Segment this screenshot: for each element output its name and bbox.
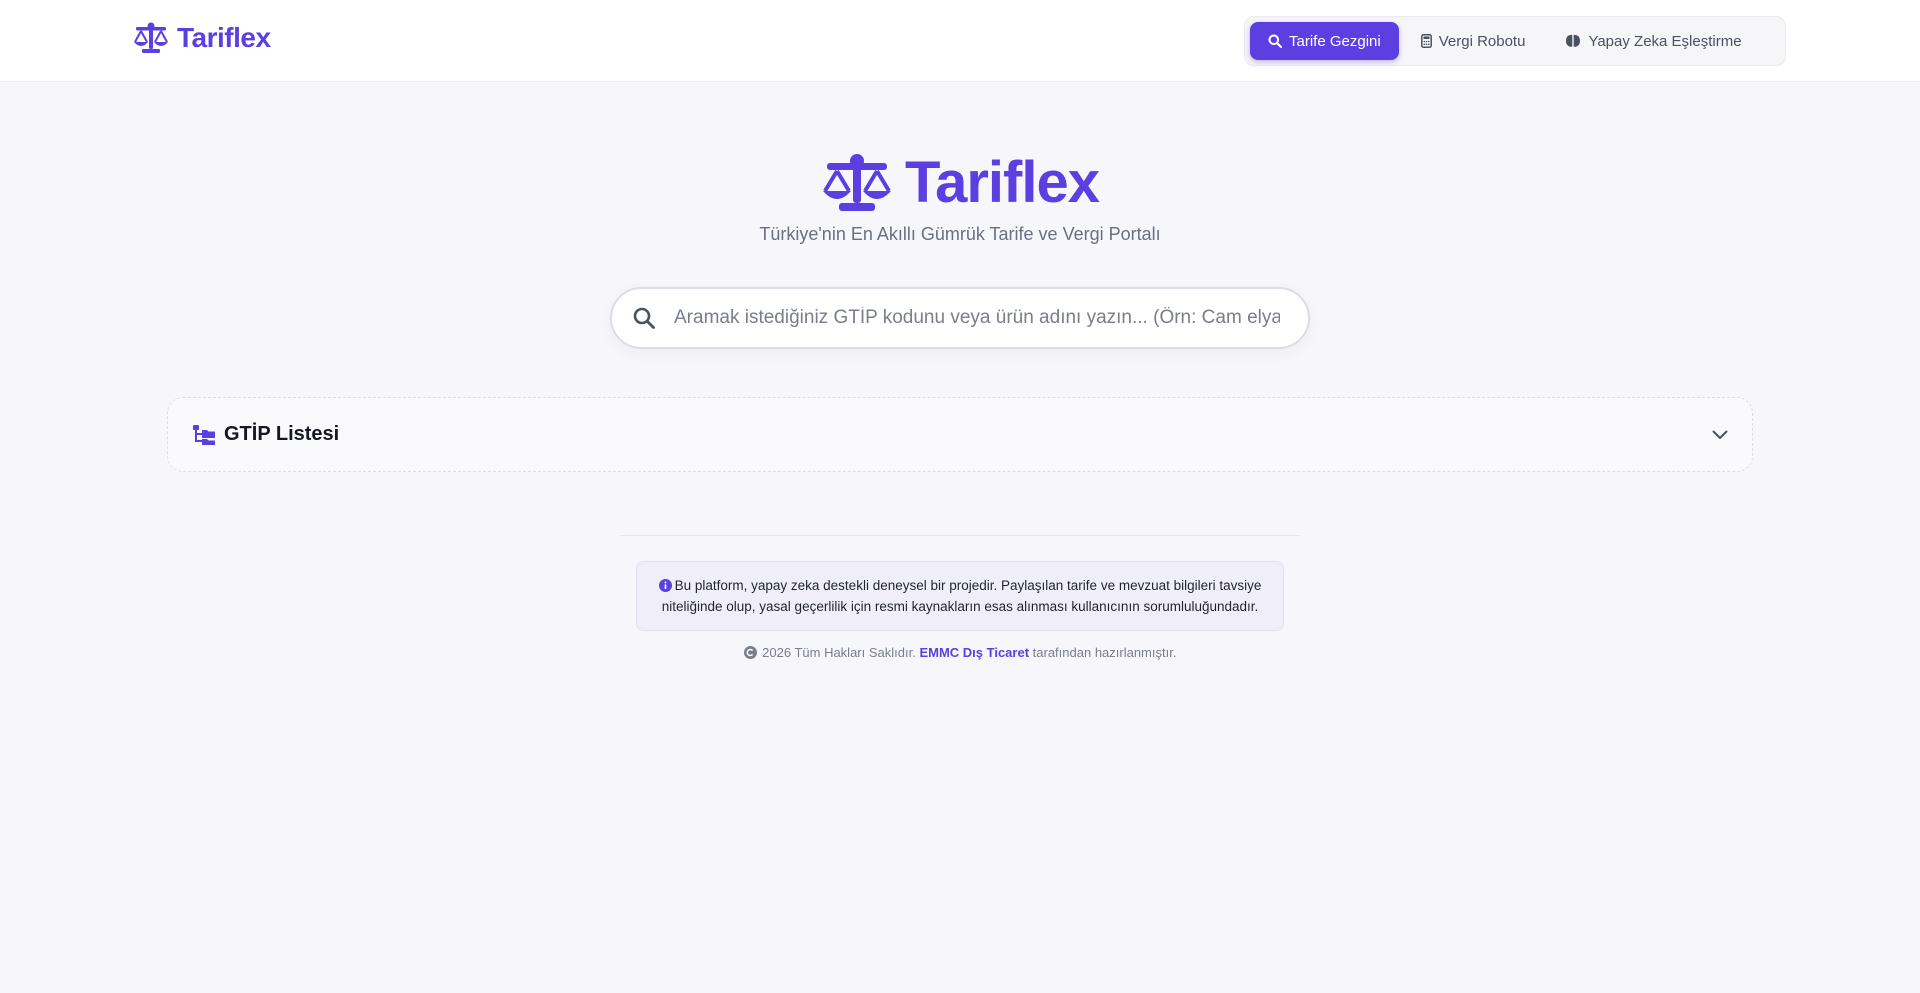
folder-tree-icon [193,424,215,445]
info-icon [658,579,672,592]
brain-icon [1566,34,1581,47]
hero-section: Tariflex Türkiye'nin En Akıllı Gümrük Ta… [0,148,1920,245]
footer-suffix: tarafından hazırlanmıştır. [1032,645,1177,660]
brand-logo-link[interactable]: Tariflex [133,22,271,54]
hero-subtitle: Türkiye'nin En Akıllı Gümrük Tarife ve V… [759,224,1161,244]
nav-label: Yapay Zeka Eşleştirme [1588,32,1742,50]
hero-title: Tariflex [904,150,1100,215]
copyright-icon [743,646,757,659]
chevron-down-icon [1712,430,1728,439]
nav-label: Tarife Gezgini [1289,32,1381,50]
footer-company-link[interactable]: EMMC Dış Ticaret [919,645,1029,660]
hero-brand: Tariflex [821,148,1100,218]
gtip-list-accordion[interactable]: GTİP Listesi [167,397,1753,472]
search-input[interactable] [672,306,1282,330]
calculator-icon [1420,34,1432,48]
nav-yapay-zeka-eslestirme[interactable]: Yapay Zeka Eşleştirme [1547,22,1759,60]
search-bar [610,287,1310,349]
disclaimer-notice: Bu platform, yapay zeka destekli deneyse… [636,561,1284,631]
search-icon [633,307,655,329]
disclaimer-text: Bu platform, yapay zeka destekli deneyse… [661,578,1262,614]
divider [620,535,1300,536]
footer-copyright: 2026 Tüm Hakları Saklıdır. [762,645,916,660]
nav-vergi-robotu[interactable]: Vergi Robotu [1403,22,1544,60]
scale-icon [134,22,168,53]
nav-label: Vergi Robotu [1438,32,1526,50]
nav-tarife-gezgini[interactable]: Tarife Gezgini [1250,22,1399,60]
main-nav: Tarife Gezgini Vergi Robotu Yapay Zeka E… [1244,16,1786,66]
brand-name: Tariflex [177,22,271,53]
search-icon [1268,34,1282,48]
top-navbar: Tariflex Tarife Gezgini Vergi Robotu Yap… [0,0,1920,82]
gtip-list-title: GTİP Listesi [224,423,340,445]
scale-icon [822,154,891,211]
footer: 2026 Tüm Hakları Saklıdır. EMMC Dış Tica… [0,645,1920,660]
